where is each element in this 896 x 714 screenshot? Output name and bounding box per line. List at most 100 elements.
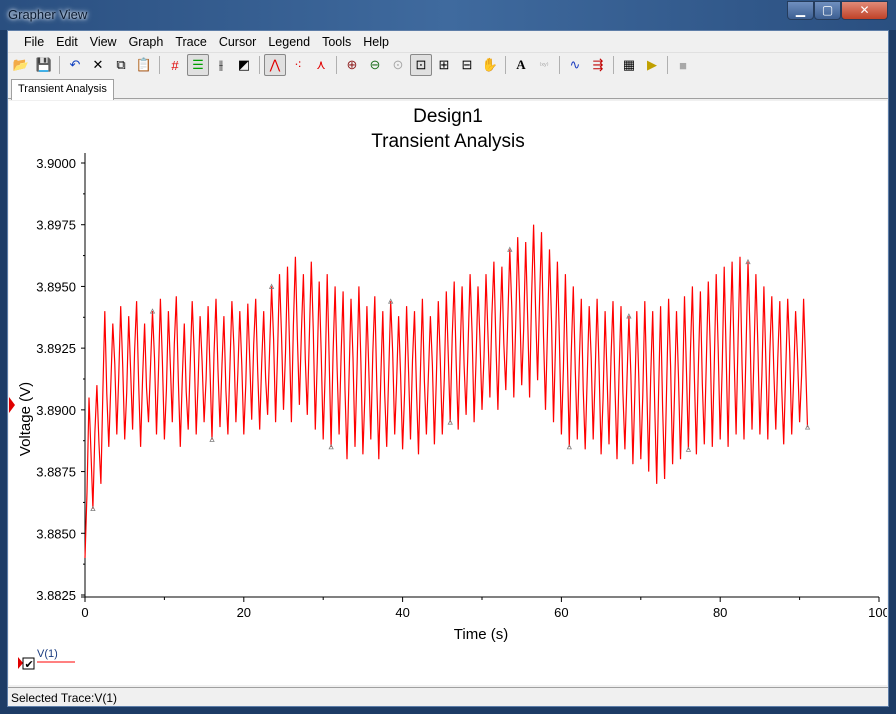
lines-button[interactable]: ⋀ bbox=[264, 54, 286, 76]
text-icon: A bbox=[516, 57, 526, 72]
x-tick-label: 80 bbox=[713, 605, 727, 620]
grid-button[interactable]: # bbox=[164, 54, 186, 76]
selected-trace-indicator bbox=[9, 397, 15, 413]
grapher-window: File Edit View Graph Trace Cursor Legend Tools H… bbox=[7, 30, 890, 707]
y-axis-label: Voltage (V) bbox=[17, 382, 34, 456]
chart-subtitle: Transient Analysis bbox=[371, 131, 524, 152]
stop-button[interactable]: ■ bbox=[672, 54, 694, 76]
y-tick-label: 3.8825 bbox=[36, 588, 76, 603]
lines-icon: ⋀ bbox=[269, 57, 281, 72]
trace-marker bbox=[804, 424, 811, 430]
points-button[interactable]: ⁖ bbox=[287, 54, 309, 76]
zoom-x-icon: ⊞ bbox=[438, 57, 450, 72]
zoom-x-button[interactable]: ⊞ bbox=[433, 54, 455, 76]
points-icon: ⁖ bbox=[294, 57, 302, 72]
chart[interactable]: Design1 Transient Analysis 3.8825 3.8850 3.8… bbox=[9, 101, 890, 685]
menu-help[interactable]: Help bbox=[357, 35, 395, 49]
menu-view[interactable]: View bbox=[84, 35, 123, 49]
copy-button[interactable]: ⧉ bbox=[110, 54, 132, 76]
legend-icon: ☰ bbox=[192, 57, 204, 72]
zoom-in-icon: ⊕ bbox=[346, 57, 358, 72]
trace-properties-icon: ∿ bbox=[569, 57, 581, 72]
xy-label-button[interactable]: ⁽ˣʸ⁾ bbox=[533, 54, 555, 76]
zoom-out-button[interactable]: ⊖ bbox=[364, 54, 386, 76]
status-bar: Selected Trace:V(1) bbox=[8, 687, 888, 706]
toolbar-separator bbox=[505, 56, 506, 74]
toolbar-separator bbox=[59, 56, 60, 74]
tab-bar: Transient Analysis bbox=[8, 77, 888, 100]
toolbar-separator bbox=[613, 56, 614, 74]
delete-button[interactable]: ✕ bbox=[87, 54, 109, 76]
y-tick-label: 3.8925 bbox=[36, 341, 76, 356]
toolbar: 📂 💾 ↶ ✕ ⧉ 📋 # ☰ ⫲ ◩ ⋀ ⁖ ⋏ ⊕ ⊖ ⊙ ⊡ ⊞ ⊟ ✋ A ⁽ˣʸ⁾ ∿ ⇶ ▦ ▶ ■ bbox=[8, 53, 888, 77]
text-button[interactable]: A bbox=[510, 54, 532, 76]
graph-area[interactable]: Design1 Transient Analysis 3.8825 3.8850 3.8… bbox=[9, 101, 890, 685]
close-button[interactable]: ✕ bbox=[841, 1, 888, 20]
y-tick-label: 3.8875 bbox=[36, 465, 76, 480]
paste-icon: 📋 bbox=[135, 57, 153, 72]
x-tick-label: 60 bbox=[554, 605, 568, 620]
menu-cursor[interactable]: Cursor bbox=[213, 35, 263, 49]
zoom-in-button[interactable]: ⊕ bbox=[341, 54, 363, 76]
cursors-button[interactable]: ⫲ bbox=[210, 54, 232, 76]
y-tick-label: 3.8950 bbox=[36, 279, 76, 294]
toolbar-separator bbox=[259, 56, 260, 74]
menu-bar: File Edit View Graph Trace Cursor Legend Tools H… bbox=[8, 31, 888, 53]
x-tick-label: 40 bbox=[395, 605, 409, 620]
export-ni-button[interactable]: ▶ bbox=[641, 54, 663, 76]
maximize-button[interactable]: ▢ bbox=[814, 1, 841, 20]
open-folder-icon: 📂 bbox=[12, 57, 30, 72]
menu-file[interactable]: File bbox=[18, 35, 50, 49]
undo-button[interactable]: ↶ bbox=[64, 54, 86, 76]
y-tick-label: 3.8975 bbox=[36, 218, 76, 233]
toolbar-separator bbox=[336, 56, 337, 74]
trace-v1 bbox=[84, 224, 809, 559]
zoom-out-icon: ⊖ bbox=[369, 57, 381, 72]
save-button[interactable]: 💾 bbox=[33, 54, 55, 76]
toolbar-separator bbox=[667, 56, 668, 74]
zoom-area-button[interactable]: ⊡ bbox=[410, 54, 432, 76]
open-folder-button[interactable]: 📂 bbox=[10, 54, 32, 76]
menu-tools[interactable]: Tools bbox=[316, 35, 357, 49]
xy-label-icon: ⁽ˣʸ⁾ bbox=[539, 60, 549, 70]
zoom-y-button[interactable]: ⊟ bbox=[456, 54, 478, 76]
add-trace-button[interactable]: ⇶ bbox=[587, 54, 609, 76]
export-excel-icon: ▦ bbox=[622, 57, 636, 72]
trace-properties-button[interactable]: ∿ bbox=[564, 54, 586, 76]
stop-icon: ■ bbox=[679, 57, 687, 73]
y-tick-label: 3.8850 bbox=[36, 526, 76, 541]
delete-icon: ✕ bbox=[92, 57, 104, 72]
menu-edit[interactable]: Edit bbox=[50, 35, 84, 49]
x-tick-label: 20 bbox=[237, 605, 251, 620]
reverse-colors-icon: ◩ bbox=[237, 57, 251, 72]
add-trace-icon: ⇶ bbox=[592, 57, 604, 72]
minimize-button[interactable]: ▁ bbox=[787, 1, 814, 20]
title-bar: Grapher View ▁ ▢ ✕ bbox=[0, 0, 896, 30]
toolbar-separator bbox=[559, 56, 560, 74]
chart-title: Design1 bbox=[413, 106, 483, 127]
grid-icon: # bbox=[171, 57, 179, 73]
toolbar-separator bbox=[159, 56, 160, 74]
export-excel-button[interactable]: ▦ bbox=[618, 54, 640, 76]
menu-trace[interactable]: Trace bbox=[169, 35, 213, 49]
paste-button[interactable]: 📋 bbox=[133, 54, 155, 76]
pan-hand-button[interactable]: ✋ bbox=[479, 54, 501, 76]
legend-button[interactable]: ☰ bbox=[187, 54, 209, 76]
x-tick-label: 100 bbox=[868, 605, 887, 620]
lines-points-icon: ⋏ bbox=[316, 57, 326, 72]
export-ni-icon: ▶ bbox=[647, 57, 657, 72]
undo-icon: ↶ bbox=[69, 57, 81, 72]
zoom-area-icon: ⊡ bbox=[415, 57, 427, 72]
menu-legend[interactable]: Legend bbox=[262, 35, 316, 49]
zoom-full-button[interactable]: ⊙ bbox=[387, 54, 409, 76]
cursors-icon: ⫲ bbox=[218, 57, 224, 72]
tab-transient-analysis[interactable]: Transient Analysis bbox=[11, 79, 114, 100]
reverse-colors-button[interactable]: ◩ bbox=[233, 54, 255, 76]
pan-hand-icon: ✋ bbox=[481, 57, 499, 72]
legend-label: V(1) bbox=[37, 648, 58, 660]
x-tick-label: 0 bbox=[81, 605, 88, 620]
menu-graph[interactable]: Graph bbox=[123, 35, 170, 49]
legend-selected-marker bbox=[18, 657, 23, 669]
x-axis-label: Time (s) bbox=[454, 626, 508, 643]
lines-points-button[interactable]: ⋏ bbox=[310, 54, 332, 76]
